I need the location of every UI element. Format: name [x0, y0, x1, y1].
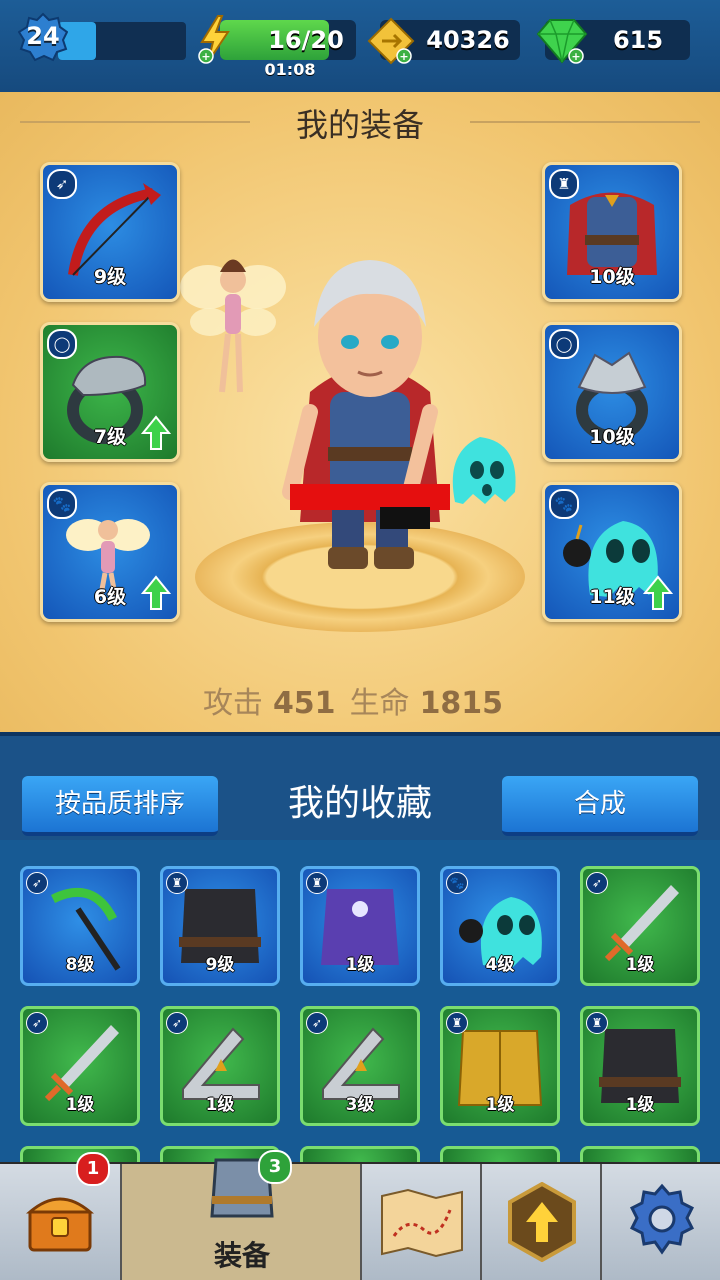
collection-item[interactable]: ➶ 1级 [580, 866, 700, 986]
collection-item[interactable]: ♜ 1级 [300, 866, 420, 986]
pet-category-icon: 🐾 [446, 872, 468, 894]
weapon-category-icon: ➶ [586, 872, 608, 894]
nav-equipment-label: 装备 [213, 1239, 270, 1272]
item-level: 1级 [65, 1095, 95, 1115]
fairy-companion [180, 259, 286, 393]
collection-item[interactable]: ♜ 1级 [440, 1006, 560, 1126]
equip-slot-armor[interactable]: ♜ 10级 [542, 162, 682, 302]
equipment-title: 我的装备 [295, 106, 424, 144]
item-level: 9级 [205, 955, 235, 975]
item-level: 3级 [345, 1095, 375, 1115]
energy-timer: 01:08 [264, 60, 316, 79]
armor-category-icon: ♜ [446, 1012, 468, 1034]
lightning-icon: + [198, 15, 230, 64]
equip-slot-pet-2[interactable]: 🐾 11级 [542, 482, 682, 622]
collection-item[interactable]: ♜ 1级 [580, 1006, 700, 1126]
item-level: 1级 [485, 1095, 515, 1115]
chest-notification-badge: 1 [76, 1152, 110, 1186]
ghost-companion [452, 437, 516, 504]
gold-ticket-icon: + [367, 17, 415, 65]
upgrade-arrow-icon [643, 575, 673, 610]
equipment-panel: 我的装备 ➶ 9级 ◯ 7级 🐾 6级 ♜ 10级 ◯ 10级 🐾 11级 攻击… [0, 92, 720, 732]
item-level: 1级 [345, 955, 375, 975]
item-level: 1级 [625, 1095, 655, 1115]
svg-text:+: + [399, 50, 408, 63]
pet-category-icon: 🐾 [47, 489, 77, 519]
attack-value: 451 [272, 686, 336, 721]
upgrade-arrow-icon [141, 575, 171, 610]
collection-grid: ➶ 8级 ♜ 9级 ♜ 1级 🐾 4级 ➶ 1级 ➶ 1级 ➶ 1级 ➶ 3级 … [0, 840, 720, 1182]
player-level-badge[interactable]: 24 [17, 12, 69, 62]
gem-value: 615 [612, 26, 664, 54]
weapon-category-icon: ➶ [166, 1012, 188, 1034]
svg-text:+: + [201, 50, 210, 63]
nav-tab-chest[interactable]: 1 [0, 1152, 120, 1280]
weapon-category-icon: ➶ [26, 1012, 48, 1034]
item-level: 4级 [485, 955, 515, 975]
nav-tab-upgrade[interactable] [480, 1164, 602, 1280]
energy-counter[interactable]: 16/20 [220, 20, 356, 60]
weapon-category-icon: ➶ [47, 169, 77, 199]
gold-value: 40326 [426, 26, 510, 54]
top-status-bar: 24 16/20 + 01:08 40326 + 615 + [0, 0, 720, 92]
armor-category-icon: ♜ [549, 169, 579, 199]
collection-item[interactable]: ➶ 1级 [160, 1006, 280, 1126]
equip-slot-ring-2[interactable]: ◯ 10级 [542, 322, 682, 462]
upgrade-arrow-icon [141, 415, 171, 450]
hp-value: 1815 [419, 686, 504, 721]
item-level: 8级 [65, 955, 95, 975]
sort-by-quality-button[interactable]: 按品质排序 [22, 776, 218, 836]
item-level: 1级 [625, 955, 655, 975]
xp-bar [58, 22, 186, 60]
attack-label: 攻击 [202, 686, 263, 721]
ring-category-icon: ◯ [549, 329, 579, 359]
weapon-category-icon: ➶ [306, 1012, 328, 1034]
treasure-chest-icon [25, 1197, 95, 1252]
collection-item[interactable]: ➶ 3级 [300, 1006, 420, 1126]
equip-slot-ring[interactable]: ◯ 7级 [40, 322, 180, 462]
hero-character[interactable] [270, 222, 470, 582]
green-gem-icon: + [536, 19, 588, 64]
gear-icon [629, 1183, 695, 1255]
pet-category-icon: 🐾 [549, 489, 579, 519]
bottom-navigation: 1 3 装备 [0, 1150, 720, 1280]
collection-title: 我的收藏 [287, 783, 432, 824]
hp-label: 生命 [349, 686, 410, 721]
nav-tab-map[interactable] [360, 1164, 482, 1280]
upgrade-shield-icon [508, 1182, 576, 1262]
svg-text:+: + [571, 50, 580, 63]
energy-value: 16/20 [268, 26, 344, 54]
equip-slot-pet[interactable]: 🐾 6级 [40, 482, 180, 622]
nav-tab-equipment[interactable]: 3 装备 [120, 1150, 362, 1280]
collection-item[interactable]: ➶ 8级 [20, 866, 140, 986]
map-icon [381, 1188, 463, 1258]
slot-level: 10级 [589, 266, 635, 288]
hero-stats: 攻击 451 生命 1815 [0, 678, 720, 722]
collection-item[interactable]: ➶ 1级 [20, 1006, 140, 1126]
armor-category-icon: ♜ [166, 872, 188, 894]
armor-category-icon: ♜ [586, 1012, 608, 1034]
slot-level: 10级 [589, 426, 635, 448]
armor-category-icon: ♜ [306, 872, 328, 894]
collection-header: 按品质排序 我的收藏 合成 [0, 732, 720, 844]
item-level: 1级 [205, 1095, 235, 1115]
collection-item[interactable]: 🐾 4级 [440, 866, 560, 986]
merge-button[interactable]: 合成 [502, 776, 698, 836]
weapon-category-icon: ➶ [26, 872, 48, 894]
slot-level: 9级 [93, 266, 127, 288]
collection-item[interactable]: ♜ 9级 [160, 866, 280, 986]
player-level: 24 [26, 22, 60, 50]
equipment-notification-badge: 3 [258, 1150, 292, 1184]
ring-category-icon: ◯ [47, 329, 77, 359]
nav-tab-settings[interactable] [600, 1164, 720, 1280]
equip-slot-weapon[interactable]: ➶ 9级 [40, 162, 180, 302]
